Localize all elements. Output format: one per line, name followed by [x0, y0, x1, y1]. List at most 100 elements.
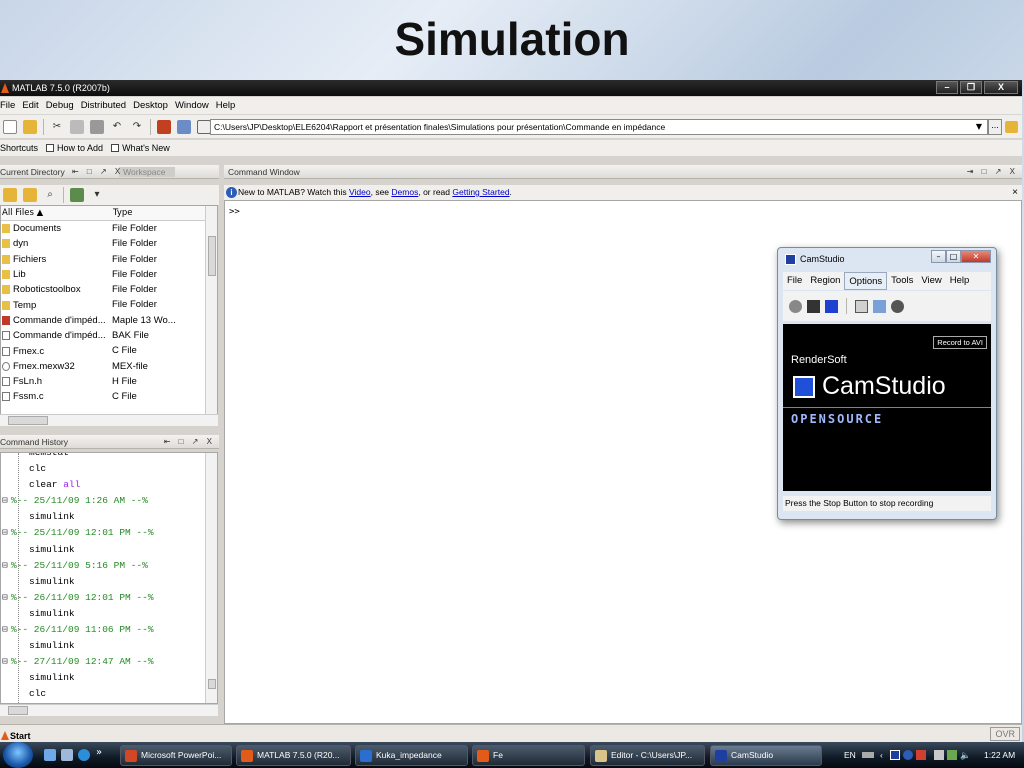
history-session-header[interactable]: ⊟ %-- 25/11/09 5:16 PM --%: [1, 558, 217, 574]
video-link[interactable]: Video: [349, 187, 371, 197]
scroll-thumb[interactable]: [208, 236, 216, 276]
history-entry[interactable]: simulink: [1, 574, 217, 590]
scroll-thumb[interactable]: [8, 706, 28, 715]
maximize-button[interactable]: □: [946, 250, 961, 263]
network-icon[interactable]: [934, 750, 944, 760]
clock[interactable]: 1:22 AM: [984, 742, 1015, 768]
path-dropdown-icon[interactable]: ▼: [972, 120, 986, 134]
cam-menu-options[interactable]: Options: [844, 272, 888, 290]
minimize-button[interactable]: –: [931, 250, 946, 263]
browse-folder-button[interactable]: ...: [988, 119, 1002, 135]
maximize-button[interactable]: ❐: [960, 81, 982, 94]
taskbar-button[interactable]: CamStudio: [710, 745, 822, 766]
simulink-icon[interactable]: [157, 119, 171, 134]
open-file-icon[interactable]: [23, 119, 37, 134]
power-icon[interactable]: [947, 750, 957, 760]
taskbar-button[interactable]: Editor - C:\Users\JP...: [590, 745, 705, 766]
file-row[interactable]: FsLn.h H File: [1, 374, 217, 389]
show-desktop-icon[interactable]: [44, 749, 56, 761]
menu-help[interactable]: Help: [216, 97, 236, 114]
shortcut-how-to-add[interactable]: How to Add: [46, 140, 103, 156]
close-button[interactable]: X: [984, 81, 1018, 94]
cam-menu-view[interactable]: View: [917, 272, 945, 290]
taskbar-button[interactable]: MATLAB 7.5.0 (R20...: [236, 745, 351, 766]
chevron-down-icon[interactable]: ▾: [90, 188, 104, 202]
scroll-thumb[interactable]: [208, 679, 216, 689]
file-row[interactable]: Commande d'impéd... BAK File: [1, 328, 217, 343]
cam-menu-help[interactable]: Help: [946, 272, 974, 290]
file-list-scrollbar[interactable]: [205, 206, 217, 414]
history-session-header[interactable]: ⊟ %-- 26/11/09 12:01 PM --%: [1, 590, 217, 606]
keyboard-icon[interactable]: [862, 752, 874, 758]
security-tray-icon[interactable]: [916, 750, 926, 760]
redo-icon[interactable]: ↷: [130, 120, 144, 134]
record-icon[interactable]: [789, 299, 802, 313]
camstudio-tray-icon[interactable]: [890, 750, 900, 760]
history-session-header[interactable]: ⊟ %-- 25/11/09 12:01 PM --%: [1, 525, 217, 541]
minimize-button[interactable]: –: [936, 81, 958, 94]
profiler-icon[interactable]: [197, 119, 211, 134]
history-session-header[interactable]: ⊟ %-- 26/11/09 11:06 PM --%: [1, 622, 217, 638]
close-button[interactable]: ✕: [961, 250, 991, 263]
file-row[interactable]: Commande d'impéd... Maple 13 Wo...: [1, 313, 217, 328]
taskbar-button[interactable]: Microsoft PowerPoi...: [120, 745, 232, 766]
history-entry[interactable]: simulink: [1, 542, 217, 558]
menu-edit[interactable]: Edit: [22, 97, 38, 114]
pane-controls[interactable]: ⇤ □ ↗ X: [72, 165, 123, 179]
cut-icon[interactable]: ✂: [50, 120, 64, 134]
history-hscrollbar[interactable]: [0, 704, 218, 716]
menu-distributed[interactable]: Distributed: [81, 97, 126, 114]
windows-start-orb[interactable]: [3, 742, 33, 768]
matlab-titlebar[interactable]: MATLAB 7.5.0 (R2007b) – ❐ X: [0, 80, 1022, 96]
find-files-icon[interactable]: ⌕: [43, 188, 57, 202]
file-row[interactable]: Fmex.c C File: [1, 343, 217, 358]
history-session-header[interactable]: ⊟ %-- 27/11/09 12:47 AM --%: [1, 654, 217, 670]
current-directory-input[interactable]: C:\Users\JP\Desktop\ELE6204\Rapport et p…: [210, 119, 988, 135]
column-header-type[interactable]: Type: [112, 206, 202, 220]
history-entry[interactable]: clc: [1, 686, 217, 702]
history-session-header[interactable]: ⊟ %-- 25/11/09 1:26 AM --%: [1, 493, 217, 509]
history-entry[interactable]: simulink: [1, 670, 217, 686]
file-row[interactable]: Fmex.mexw32 MEX-file: [1, 359, 217, 374]
taskbar-button[interactable]: Kuka_impedance: [355, 745, 468, 766]
quicklaunch-overflow[interactable]: »: [96, 747, 102, 758]
shortcut-whats-new[interactable]: What's New: [111, 140, 170, 156]
file-list-hscrollbar[interactable]: [0, 414, 218, 426]
internet-explorer-icon[interactable]: [78, 749, 90, 761]
history-entry[interactable]: simulink: [1, 606, 217, 622]
collapse-icon[interactable]: ⊟: [2, 654, 8, 670]
collapse-icon[interactable]: ⊟: [2, 493, 8, 509]
history-entry[interactable]: clc: [1, 461, 217, 477]
getting-started-link[interactable]: Getting Started: [452, 187, 509, 197]
file-row[interactable]: Fichiers File Folder: [1, 252, 217, 267]
tab-workspace[interactable]: Workspace: [119, 167, 176, 177]
file-row[interactable]: Roboticstoolbox File Folder: [1, 282, 217, 297]
undo-icon[interactable]: ↶: [110, 120, 124, 134]
history-entry[interactable]: memstat: [1, 453, 217, 461]
cam-menu-tools[interactable]: Tools: [887, 272, 917, 290]
demos-link[interactable]: Demos: [391, 187, 418, 197]
taskbar-button[interactable]: Fe: [472, 745, 585, 766]
paste-icon[interactable]: [90, 119, 104, 134]
file-row[interactable]: Documents File Folder: [1, 221, 217, 236]
copy-icon[interactable]: [70, 119, 84, 134]
scroll-thumb[interactable]: [8, 416, 48, 425]
collapse-icon[interactable]: ⊟: [2, 622, 8, 638]
tab-current-directory[interactable]: Current Directory: [0, 167, 65, 177]
new-file-icon[interactable]: [3, 119, 17, 134]
collapse-icon[interactable]: ⊟: [2, 558, 8, 574]
history-entry[interactable]: simulink: [1, 638, 217, 654]
menu-debug[interactable]: Debug: [46, 97, 74, 114]
settings-icon[interactable]: [873, 299, 886, 313]
history-entry[interactable]: simulink: [1, 509, 217, 525]
menu-desktop[interactable]: Desktop: [133, 97, 168, 114]
record-to-avi-badge[interactable]: Record to AVI: [933, 336, 987, 349]
collapse-icon[interactable]: ⊟: [2, 525, 8, 541]
file-row[interactable]: Temp File Folder: [1, 297, 217, 312]
switch-windows-icon[interactable]: [61, 749, 73, 761]
collapse-icon[interactable]: ⊟: [2, 590, 8, 606]
close-icon[interactable]: ×: [1012, 185, 1018, 200]
pause-icon[interactable]: [807, 299, 820, 313]
swf-icon[interactable]: [891, 299, 904, 313]
menu-window[interactable]: Window: [175, 97, 209, 114]
